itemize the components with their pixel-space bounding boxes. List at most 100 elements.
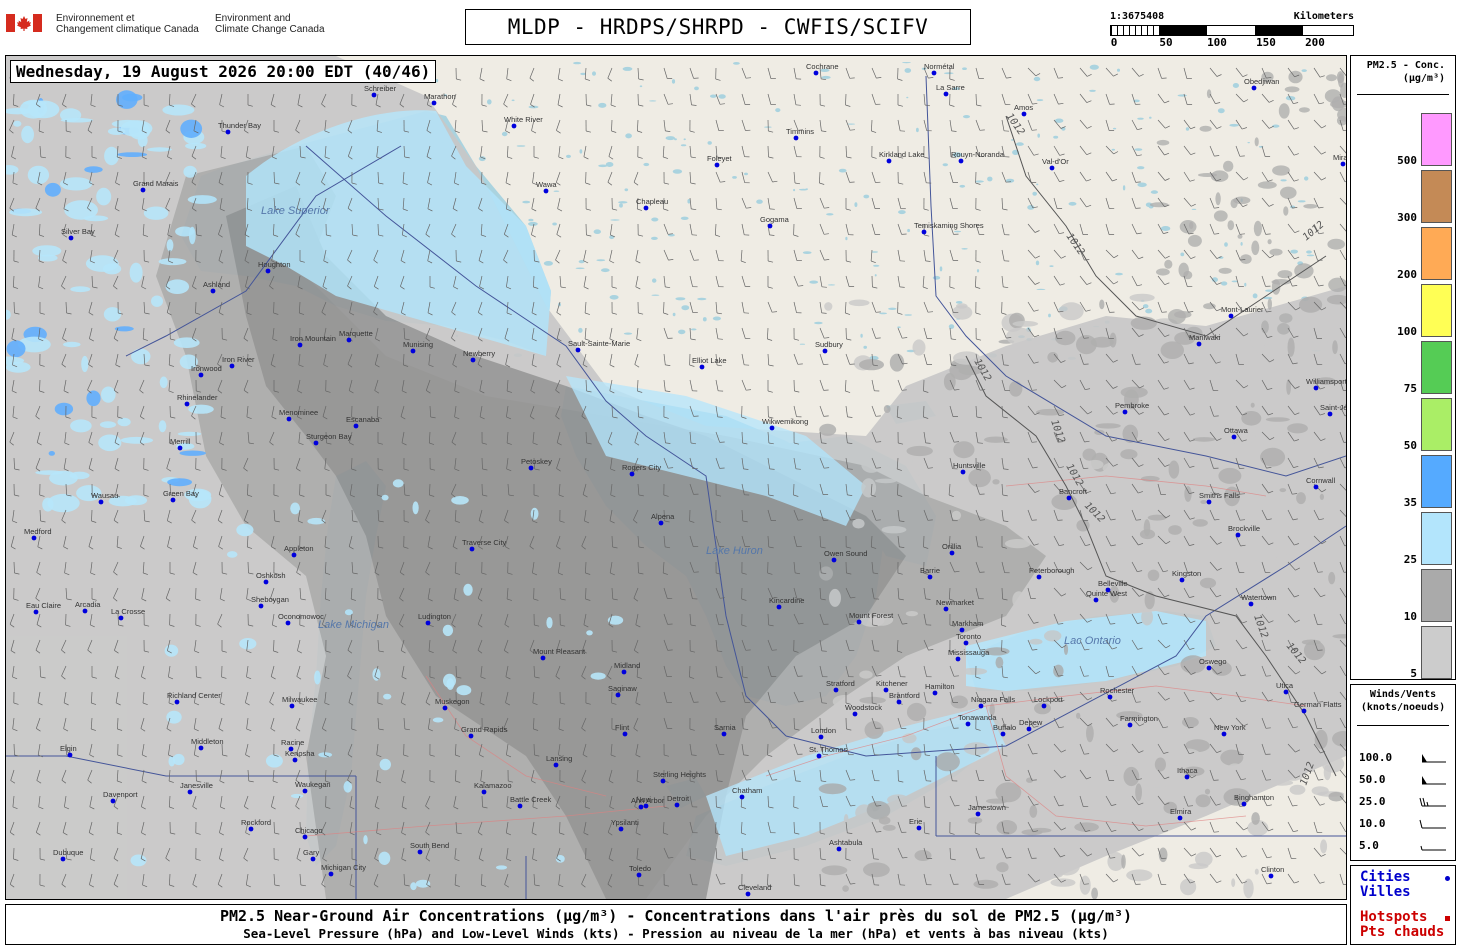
scale-tick: 100 — [1207, 36, 1227, 49]
city-dot-icon — [886, 158, 892, 164]
forecast-time-label: Wednesday, 19 August 2026 20:00 EDT (40/… — [10, 60, 437, 83]
city-name: Brockville — [1228, 524, 1260, 533]
city-dot-icon — [425, 620, 431, 626]
city-name: London — [811, 726, 836, 735]
city-dot-icon — [517, 803, 523, 809]
city-name: Pembroke — [1115, 401, 1149, 410]
city-dot-icon — [958, 158, 964, 164]
city-name: Chapleau — [636, 197, 668, 206]
city-name: Oswego — [1199, 657, 1227, 666]
city-name: Milwaukee — [282, 695, 317, 704]
map-caption: PM2.5 Near-Ground Air Concentrations (µg… — [5, 904, 1347, 945]
city-dot-icon — [1021, 111, 1027, 117]
city-dot-icon — [836, 846, 842, 852]
city-name: Rouyn-Noranda — [951, 150, 1005, 159]
city-name: Cochrane — [806, 62, 839, 71]
city-name: Rhinelander — [177, 393, 218, 402]
pm25-legend: PM2.5 - Conc. (µg/m³) 500 300 200 100 75 50 35… — [1350, 55, 1456, 680]
pm-legend-value: 200 — [1397, 268, 1417, 281]
city-dot-icon — [297, 342, 303, 348]
city-name: Wausau — [91, 491, 118, 500]
city-name: Eau Claire — [26, 601, 61, 610]
city-name: Janesville — [180, 781, 213, 790]
city-name: Chatham — [732, 786, 762, 795]
city-dot-icon — [258, 603, 264, 609]
wind-legend-row: 5.0 — [1359, 839, 1449, 853]
scale-unit: Kilometers — [1293, 11, 1354, 22]
city-dot-icon — [1221, 731, 1227, 737]
city-name: Sturgeon Bay — [306, 432, 352, 441]
city-name: Novi — [636, 795, 651, 804]
city-dot-icon — [140, 187, 146, 193]
city-name: Barrie — [920, 566, 940, 575]
city-name: Toledo — [629, 864, 651, 873]
city-dot-icon — [289, 703, 295, 709]
map-canvas[interactable]: 1012 1012 1012 1012 1012 1012 1012 1012 … — [6, 56, 1346, 899]
city-dot-icon — [1340, 161, 1346, 167]
cities-hotspots-legend: Cities Villes Hotspots Pts chauds — [1350, 865, 1456, 945]
city-dot-icon — [177, 445, 183, 451]
city-name: Iron River — [222, 355, 255, 364]
pm-legend-swatch — [1421, 284, 1452, 337]
city-dot-icon — [932, 690, 938, 696]
city-name: Utica — [1276, 681, 1294, 690]
city-dot-icon — [1248, 601, 1254, 607]
city-name: Sarnia — [714, 723, 737, 732]
gov-name-french: Environnement et Changement climatique C… — [56, 13, 199, 35]
pm-legend-swatch — [1421, 113, 1452, 166]
pm-legend-swatch — [1421, 341, 1452, 394]
city-dot-icon — [943, 91, 949, 97]
city-dot-icon — [417, 849, 423, 855]
pm-legend-swatch — [1421, 227, 1452, 280]
city-dot-icon — [1313, 385, 1319, 391]
city-dot-icon — [975, 811, 981, 817]
city-dot-icon — [1268, 873, 1274, 879]
city-name: Jamestown — [968, 803, 1006, 812]
city-name: White River — [504, 115, 543, 124]
city-name: Medford — [24, 527, 52, 536]
city-dot-icon — [248, 826, 254, 832]
wind-speed-value: 25.0 — [1359, 795, 1386, 808]
city-name: Petoskey — [521, 457, 552, 466]
city-name: Kitchener — [876, 679, 908, 688]
wind-speed-value: 10.0 — [1359, 817, 1386, 830]
city-name: Elliot Lake — [692, 356, 727, 365]
city-dot-icon — [481, 789, 487, 795]
city-name: Saginaw — [608, 684, 637, 693]
map-panel[interactable]: 1012 1012 1012 1012 1012 1012 1012 1012 … — [5, 55, 1347, 900]
city-name: Binghamton — [1234, 793, 1274, 802]
city-dot-icon — [328, 871, 334, 877]
pm-legend-title: PM2.5 - Conc. — [1366, 60, 1445, 71]
city-name: La Crosse — [111, 607, 145, 616]
city-dot-icon — [543, 188, 549, 194]
city-name: Ottawa — [1224, 426, 1249, 435]
city-dot-icon — [1241, 801, 1247, 807]
city-name: Lansing — [546, 754, 572, 763]
city-name: Flint — [615, 723, 630, 732]
city-dot-icon — [371, 92, 377, 98]
city-name: South Bend — [410, 841, 449, 850]
city-dot-icon — [739, 794, 745, 800]
city-dot-icon — [60, 856, 66, 862]
city-dot-icon — [286, 416, 292, 422]
hotspot-square-icon — [1445, 916, 1450, 921]
city-name: Newmarket — [936, 598, 975, 607]
pm-legend-value: 25 — [1403, 553, 1417, 566]
wind-speed-value: 100.0 — [1359, 751, 1393, 764]
city-name: Ludington — [418, 612, 451, 621]
city-name: Marquette — [339, 329, 373, 338]
pm-legend-value: 35 — [1403, 496, 1417, 509]
city-dot-icon — [469, 546, 475, 552]
cities-label: Cities — [1360, 869, 1411, 885]
wind-legend: Winds/Vents (knots/noeuds) 100.0 50.0 25.0… — [1350, 684, 1456, 861]
city-name: Ashtabula — [829, 838, 863, 847]
wind-barb-icon — [1419, 797, 1446, 807]
city-dot-icon — [1107, 694, 1113, 700]
city-name: Thunder Bay — [218, 121, 261, 130]
city-dot-icon — [622, 731, 628, 737]
city-dot-icon — [1283, 689, 1289, 695]
city-name: Quinte West — [1086, 589, 1128, 598]
city-dot-icon — [660, 778, 666, 784]
city-name: Sheboygan — [251, 595, 289, 604]
city-name: Menominee — [279, 408, 318, 417]
